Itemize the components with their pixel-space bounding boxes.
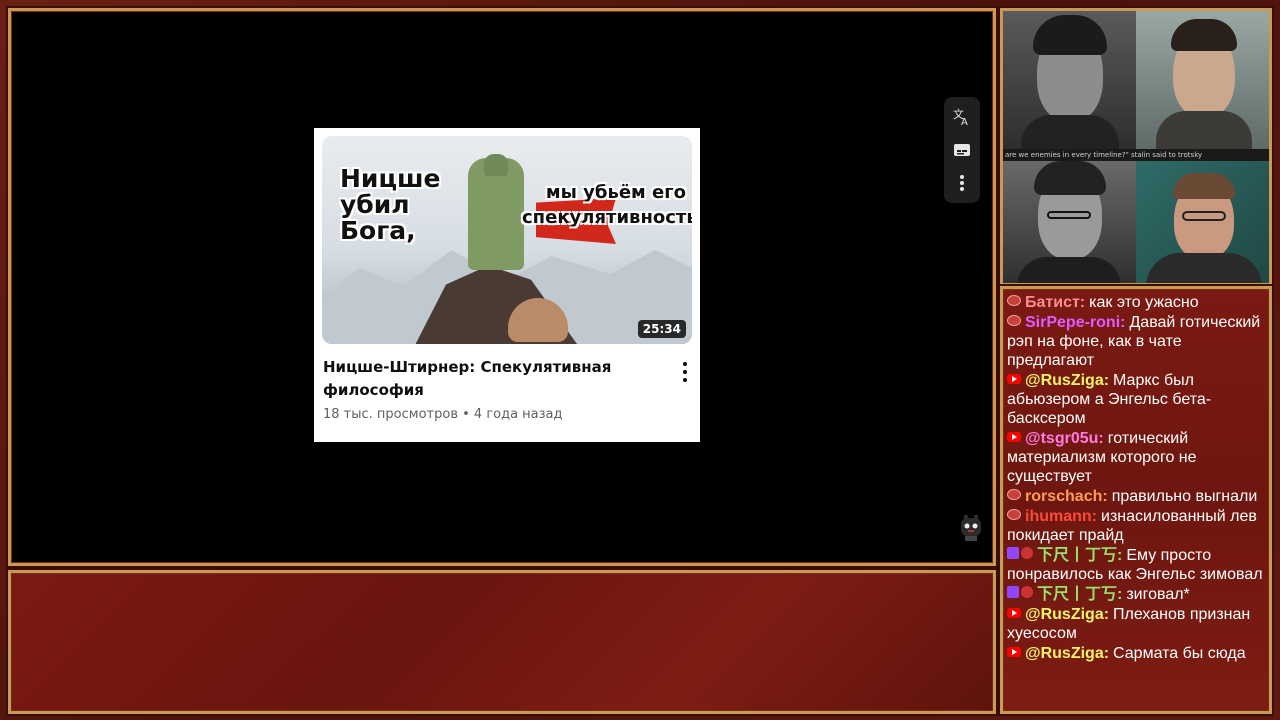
chat-message-list: Батист: как это ужасно SirPepe-roni: Давай … — [1007, 293, 1265, 664]
chat-message-text: Сармата бы сюда — [1113, 645, 1246, 662]
chat-message: @tsgr05u: готический материализм которого… — [1007, 429, 1265, 486]
chat-message: rorschach: правильно выгнали — [1007, 487, 1265, 506]
user-badge-icon — [1021, 547, 1033, 559]
more-vertical-icon[interactable] — [948, 169, 976, 197]
chat-username[interactable]: 下尺丨丁丂: — [1037, 547, 1122, 564]
portrait-top-left — [1003, 11, 1136, 149]
webcam-streamer — [1136, 161, 1269, 283]
chat-username[interactable]: @RusZiga: — [1025, 645, 1109, 662]
chat-message: @RusZiga: Маркс был абьюзером а Энгельс б… — [1007, 371, 1265, 428]
more-options-icon[interactable] — [682, 362, 688, 382]
portrait-bottom-left — [1003, 161, 1136, 283]
chat-message: @RusZiga: Сармата бы сюда — [1007, 644, 1265, 663]
thumbnail-soldier-figure — [468, 154, 524, 270]
mascot-icon — [958, 514, 984, 542]
svg-text:A: A — [961, 117, 968, 127]
chat-message: 下尺丨丁丂: Ему просто понравилось как Энгельс… — [1007, 546, 1265, 584]
translate-icon[interactable]: 文A — [948, 103, 976, 131]
video-thumbnail[interactable]: Ницше убил Бога, мы убьём его спекулятив… — [322, 136, 692, 344]
webcam-panel: are we enemies in every timeline?" stali… — [1000, 8, 1272, 286]
user-badge-icon — [1021, 586, 1033, 598]
video-duration-badge: 25:34 — [637, 320, 686, 338]
chat-username[interactable]: ihumann: — [1025, 508, 1097, 525]
bottom-panel — [8, 570, 996, 714]
chat-message-text: правильно выгнали — [1111, 488, 1258, 505]
chat-username[interactable]: rorschach: — [1025, 488, 1108, 505]
thumbnail-caption-right: мы убьём его спекулятивность — [522, 182, 692, 228]
chat-message: Батист: как это ужасно — [1007, 293, 1265, 312]
chat-username[interactable]: SirPepe-roni: — [1025, 314, 1125, 331]
chat-username[interactable]: @tsgr05u: — [1025, 430, 1104, 447]
chat-username[interactable]: @RusZiga: — [1025, 606, 1109, 623]
image-caption: are we enemies in every timeline?" stali… — [1003, 149, 1269, 161]
side-toolbar: 文A — [944, 97, 980, 203]
youtube-icon — [1007, 432, 1021, 442]
chat-username[interactable]: Батист: — [1025, 294, 1085, 311]
chat-message-text: как это ужасно — [1089, 294, 1199, 311]
video-title[interactable]: Ницше-Штирнер: Спекулятивная философия — [323, 356, 653, 402]
portrait-top-right — [1136, 11, 1269, 149]
chat-message: ihumann: изнасилованный лев покидает прай… — [1007, 507, 1265, 545]
youtube-icon — [1007, 608, 1021, 618]
twitch-icon — [1007, 586, 1019, 598]
chat-username[interactable]: @RusZiga: — [1025, 372, 1109, 389]
video-card[interactable]: Ницше убил Бога, мы убьём его спекулятив… — [314, 128, 700, 442]
subtitles-icon[interactable] — [948, 136, 976, 164]
chat-panel: Батист: как это ужасно SirPepe-roni: Давай … — [1000, 286, 1272, 714]
live-icon — [1007, 315, 1021, 326]
youtube-icon — [1007, 647, 1021, 657]
youtube-icon — [1007, 374, 1021, 384]
live-icon — [1007, 509, 1021, 520]
chat-message-text: зиговал* — [1126, 586, 1190, 603]
twitch-icon — [1007, 547, 1019, 559]
live-icon — [1007, 489, 1021, 500]
chat-message: SirPepe-roni: Давай готический рэп на фон… — [1007, 313, 1265, 370]
chat-message: 下尺丨丁丂: зиговал* — [1007, 585, 1265, 604]
live-icon — [1007, 295, 1021, 306]
chat-username[interactable]: 下尺丨丁丂: — [1037, 586, 1122, 603]
video-meta: 18 тыс. просмотров • 4 года назад — [323, 407, 563, 422]
thumbnail-caption-left: Ницше убил Бога, — [340, 164, 441, 245]
video-panel: Ницше убил Бога, мы убьём его спекулятив… — [8, 8, 996, 566]
chat-message: @RusZiga: Плеханов признан хуесосом — [1007, 605, 1265, 643]
